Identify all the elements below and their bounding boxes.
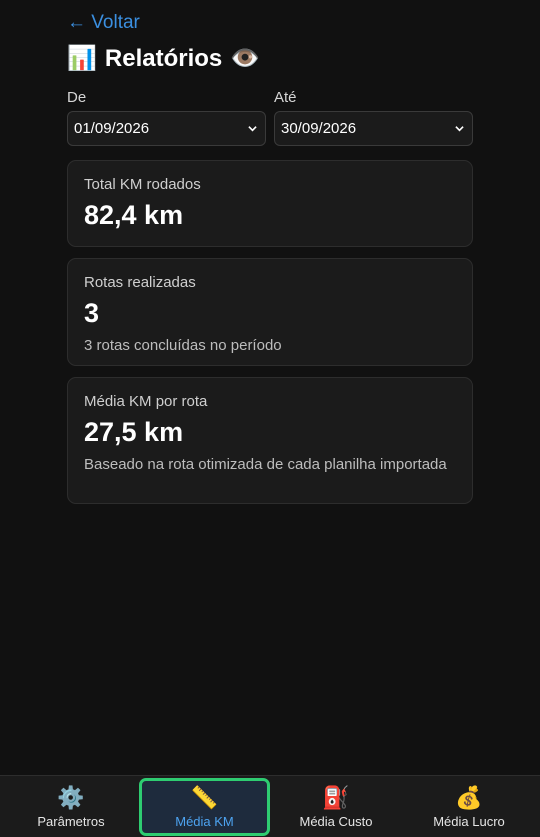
fuel-pump-icon: ⛽ [322, 785, 350, 810]
nav-item-media-km[interactable]: 📏 Média KM [139, 778, 270, 836]
card-subtext: 3 rotas concluídas no período [84, 337, 282, 354]
card-value: 82,4 km [84, 200, 184, 230]
avg-km-card: Média KM por rota 27,5 km Baseado na rot… [67, 377, 473, 504]
card-subtext: Baseado na rota otimizada de cada planil… [84, 456, 447, 473]
nav-label: Média KM [175, 814, 234, 829]
from-date-group: De 01/09/2026 [67, 89, 266, 146]
card-label: Média KM por rota [84, 393, 208, 410]
card-value: 27,5 km [84, 417, 184, 447]
ruler-icon: 📏 [190, 785, 219, 810]
nav-item-media-lucro[interactable]: 💰 Média Lucro [404, 778, 534, 836]
eye-icon[interactable]: 👁️ [230, 44, 260, 73]
back-link[interactable]: ← Voltar [67, 12, 140, 34]
card-value: 3 [84, 298, 100, 328]
nav-label: Média Lucro [433, 814, 505, 829]
routes-done-card: Rotas realizadas 3 3 rotas concluídas no… [67, 258, 473, 366]
nav-label: Média Custo [299, 814, 373, 829]
app-root: ← Voltar 📊 Relatórios 👁️ De 01/09/2026 A… [0, 0, 540, 837]
to-date-group: Até 30/09/2026 [274, 89, 473, 146]
page-title: 📊 Relatórios 👁️ [67, 44, 260, 73]
to-date-value: 30/09/2026 [281, 120, 357, 137]
bar-chart-icon: 📊 [67, 45, 97, 72]
nav-item-media-custo[interactable]: ⛽ Média Custo [271, 778, 401, 836]
from-date-value: 01/09/2026 [74, 120, 150, 137]
chevron-down-icon [248, 126, 257, 132]
bottom-nav: ⚙️ Parâmetros 📏 Média KM ⛽ Média Custo 💰… [0, 775, 540, 837]
gear-icon: ⚙️ [57, 785, 85, 810]
card-label: Total KM rodados [84, 176, 201, 193]
chevron-down-icon [455, 126, 464, 132]
nav-item-parametros[interactable]: ⚙️ Parâmetros [6, 778, 136, 836]
to-date-select[interactable]: 30/09/2026 [274, 111, 473, 146]
card-label: Rotas realizadas [84, 274, 196, 291]
from-date-label: De [67, 89, 87, 106]
date-range-filter: De 01/09/2026 Até 30/09/2026 [67, 89, 473, 149]
from-date-select[interactable]: 01/09/2026 [67, 111, 266, 146]
money-bag-icon: 💰 [455, 785, 483, 810]
to-date-label: Até [274, 89, 297, 106]
page-title-text: Relatórios [104, 44, 223, 72]
nav-label: Parâmetros [37, 814, 105, 829]
total-km-card: Total KM rodados 82,4 km [67, 160, 473, 247]
